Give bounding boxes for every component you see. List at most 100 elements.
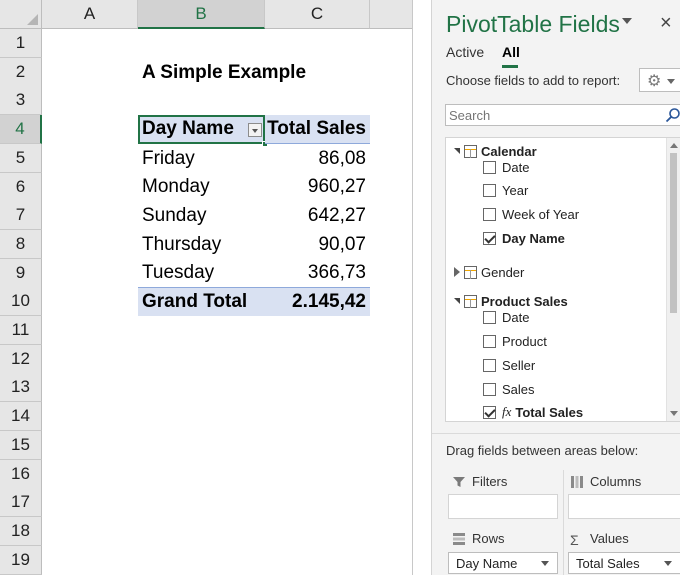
pivot-row-value[interactable]: 90,07 [265,230,370,259]
rows-field-day-name[interactable]: Day Name [448,552,558,574]
field-label: Week of Year [502,206,580,222]
row-header-11[interactable]: 11 [0,316,42,345]
gear-icon: ⚙ [647,73,662,90]
chevron-down-icon[interactable] [541,561,549,566]
pivot-row-header-cell[interactable]: Day Name [138,115,265,144]
values-field-total-sales[interactable]: Total Sales [568,552,680,574]
field-item[interactable]: Product [483,330,547,352]
pane-divider [432,433,680,434]
field-list[interactable]: Calendar Date Year Week of Year Day Name Gend… [445,137,680,422]
row-header-2[interactable]: 2 [0,57,42,87]
field-item[interactable]: Seller [483,354,535,376]
pivot-row-label[interactable]: Friday [138,144,265,173]
scroll-thumb[interactable] [670,153,677,313]
field-label: Date [502,159,530,175]
row-header-12[interactable]: 12 [0,344,42,374]
column-header-a[interactable]: A [42,0,138,29]
field-item[interactable]: Sales [483,378,535,400]
field-checkbox[interactable] [483,231,496,245]
tab-active[interactable]: Active [446,44,484,60]
areas-separator [563,470,564,575]
row-header-15[interactable]: 15 [0,430,42,460]
pivot-row-value[interactable]: 960,27 [265,173,370,202]
scroll-down-icon[interactable] [670,411,678,416]
field-checkbox[interactable] [483,358,496,372]
field-checkbox[interactable] [483,334,496,348]
row-header-6[interactable]: 6 [0,172,42,202]
field-checkbox[interactable] [483,310,496,324]
row-header-4[interactable]: 4 [0,115,42,145]
field-label: Total Sales [515,404,584,420]
column-header-d[interactable] [370,0,412,29]
collapse-icon[interactable] [454,298,460,304]
grand-total-value[interactable]: 2.145,42 [265,287,370,316]
field-label: Year [502,182,529,198]
row-header-13[interactable]: 13 [0,373,42,403]
field-checkbox[interactable] [483,207,496,221]
pane-title: PivotTable Fields [446,11,620,37]
row-header-3[interactable]: 3 [0,86,42,116]
field-item[interactable]: fx Total Sales [483,401,583,423]
field-label: Sales [502,381,535,397]
pivot-row-header-label: Day Name [142,118,234,139]
field-checkbox[interactable] [483,183,496,197]
field-checkbox[interactable] [483,405,496,419]
pivot-row-value[interactable]: 366,73 [265,259,370,288]
pivot-row-value[interactable]: 86,08 [265,144,370,173]
scroll-up-icon[interactable] [670,143,678,148]
spreadsheet-grid[interactable]: A B C 1 2 3 4 5 6 7 8 9 10 11 12 13 14 15 16 17 18 19 A Si… [0,0,413,575]
pane-options-chevron-down-icon[interactable] [622,18,632,24]
pivot-row-label[interactable]: Monday [138,173,265,202]
row-filter-dropdown-icon[interactable] [248,123,262,137]
row-header-7[interactable]: 7 [0,201,42,231]
pivot-row-label[interactable]: Sunday [138,201,265,230]
field-checkbox[interactable] [483,160,496,174]
grand-total-label[interactable]: Grand Total [138,287,265,316]
pivot-row-value[interactable]: 642,27 [265,201,370,230]
field-search-input[interactable] [445,104,680,126]
field-settings-button[interactable]: ⚙ [639,68,680,92]
choose-fields-label: Choose fields to add to report: [446,73,621,88]
row-header-17[interactable]: 17 [0,488,42,518]
row-header-5[interactable]: 5 [0,143,42,173]
select-all-corner[interactable] [0,0,42,29]
row-header-1[interactable]: 1 [0,29,42,58]
values-area-header: Σ Values [570,531,629,548]
field-item[interactable]: Week of Year [483,203,579,225]
field-item[interactable]: Date [483,306,529,328]
columns-drop-area[interactable] [568,494,680,519]
field-list-scrollbar[interactable] [666,138,680,421]
pivot-row-label[interactable]: Thursday [138,230,265,259]
row-header-14[interactable]: 14 [0,402,42,432]
row-header-9[interactable]: 9 [0,258,42,288]
pivot-value-header-cell[interactable]: Total Sales [265,115,370,144]
expand-icon[interactable] [454,267,460,277]
field-item[interactable]: Year [483,179,528,201]
tab-all[interactable]: All [502,44,520,60]
sheet-title[interactable]: A Simple Example [138,58,370,87]
table-icon [464,265,477,279]
close-icon[interactable]: × [660,12,672,35]
column-header-b[interactable]: B [138,0,265,29]
tab-all-underline [502,65,518,68]
column-header-c[interactable]: C [265,0,370,29]
field-table-gender[interactable]: Gender [454,261,524,283]
row-header-16[interactable]: 16 [0,459,42,489]
collapse-icon[interactable] [454,148,460,154]
field-item[interactable]: Date [483,156,529,178]
search-icon[interactable] [665,107,680,123]
chevron-down-icon[interactable] [664,561,672,566]
filters-drop-area[interactable] [448,494,558,519]
rows-area-header: Rows [452,531,505,546]
field-item[interactable]: Day Name [483,227,565,249]
pivot-row-label[interactable]: Tuesday [138,259,265,288]
row-header-19[interactable]: 19 [0,545,42,575]
row-header-18[interactable]: 18 [0,516,42,546]
filters-area-header: Filters [452,474,507,489]
rows-icon [453,532,465,545]
row-header-8[interactable]: 8 [0,229,42,259]
pivottable-fields-pane: PivotTable Fields × Active All Choose fi… [431,0,680,575]
field-checkbox[interactable] [483,382,496,396]
field-label: Day Name [502,230,565,246]
row-header-10[interactable]: 10 [0,287,42,317]
